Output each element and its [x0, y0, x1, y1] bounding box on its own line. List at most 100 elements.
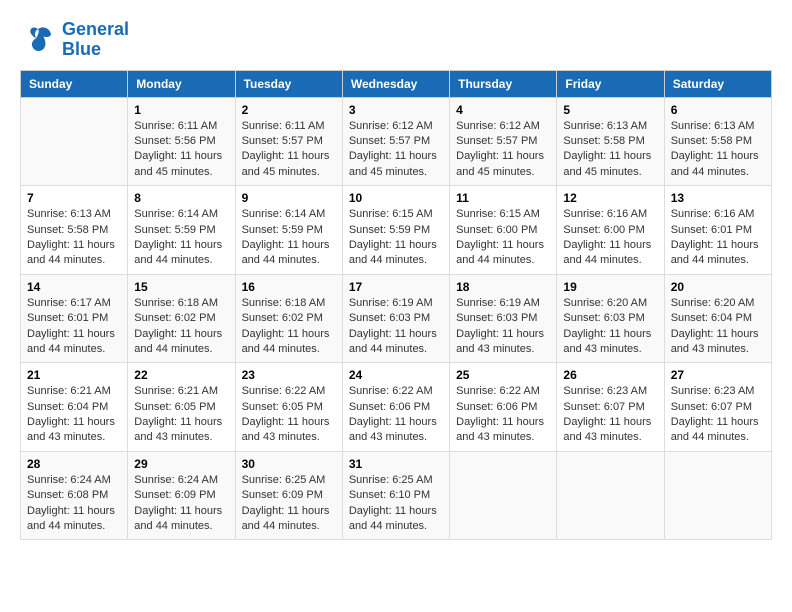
calendar-cell: [557, 451, 664, 540]
day-info: Sunrise: 6:12 AM Sunset: 5:57 PM Dayligh…: [456, 119, 550, 181]
calendar-cell: 13 Sunrise: 6:16 AM Sunset: 6:01 PM Dayli…: [664, 186, 771, 275]
day-info: Sunrise: 6:22 AM Sunset: 6:06 PM Dayligh…: [349, 384, 443, 446]
day-number: 10: [349, 191, 443, 205]
day-number: 6: [671, 103, 765, 117]
column-header-tuesday: Tuesday: [235, 70, 342, 97]
calendar-cell: 18 Sunrise: 6:19 AM Sunset: 6:03 PM Dayli…: [450, 274, 557, 363]
calendar-week-row: 1 Sunrise: 6:11 AM Sunset: 5:56 PM Daylig…: [21, 97, 772, 186]
day-number: 23: [242, 368, 336, 382]
day-number: 21: [27, 368, 121, 382]
column-header-monday: Monday: [128, 70, 235, 97]
day-number: 8: [134, 191, 228, 205]
day-number: 13: [671, 191, 765, 205]
day-number: 29: [134, 457, 228, 471]
day-info: Sunrise: 6:21 AM Sunset: 6:05 PM Dayligh…: [134, 384, 228, 446]
day-number: 31: [349, 457, 443, 471]
day-info: Sunrise: 6:11 AM Sunset: 5:56 PM Dayligh…: [134, 119, 228, 181]
day-number: 9: [242, 191, 336, 205]
day-info: Sunrise: 6:19 AM Sunset: 6:03 PM Dayligh…: [456, 296, 550, 358]
day-info: Sunrise: 6:13 AM Sunset: 5:58 PM Dayligh…: [671, 119, 765, 181]
day-number: 7: [27, 191, 121, 205]
calendar-cell: 10 Sunrise: 6:15 AM Sunset: 5:59 PM Dayli…: [342, 186, 449, 275]
day-number: 27: [671, 368, 765, 382]
calendar-cell: [450, 451, 557, 540]
calendar-cell: 22 Sunrise: 6:21 AM Sunset: 6:05 PM Dayli…: [128, 363, 235, 452]
calendar-cell: 6 Sunrise: 6:13 AM Sunset: 5:58 PM Daylig…: [664, 97, 771, 186]
day-number: 17: [349, 280, 443, 294]
day-number: 1: [134, 103, 228, 117]
logo-text: General Blue: [62, 20, 129, 60]
calendar-cell: 24 Sunrise: 6:22 AM Sunset: 6:06 PM Dayli…: [342, 363, 449, 452]
calendar-week-row: 28Sunrise: 6:24 AM Sunset: 6:08 PM Dayli…: [21, 451, 772, 540]
day-info: Sunrise: 6:23 AM Sunset: 6:07 PM Dayligh…: [671, 384, 765, 446]
calendar-cell: 9 Sunrise: 6:14 AM Sunset: 5:59 PM Daylig…: [235, 186, 342, 275]
logo-icon: [20, 22, 56, 58]
day-number: 22: [134, 368, 228, 382]
calendar-header-row: SundayMondayTuesdayWednesdayThursdayFrid…: [21, 70, 772, 97]
calendar-cell: 16Sunrise: 6:18 AM Sunset: 6:02 PM Dayli…: [235, 274, 342, 363]
page-header: General Blue: [20, 20, 772, 60]
day-info: Sunrise: 6:12 AM Sunset: 5:57 PM Dayligh…: [349, 119, 443, 181]
day-info: Sunrise: 6:24 AM Sunset: 6:09 PM Dayligh…: [134, 473, 228, 535]
day-info: Sunrise: 6:22 AM Sunset: 6:06 PM Dayligh…: [456, 384, 550, 446]
day-info: Sunrise: 6:23 AM Sunset: 6:07 PM Dayligh…: [563, 384, 657, 446]
day-info: Sunrise: 6:19 AM Sunset: 6:03 PM Dayligh…: [349, 296, 443, 358]
day-info: Sunrise: 6:25 AM Sunset: 6:09 PM Dayligh…: [242, 473, 336, 535]
calendar-cell: 31 Sunrise: 6:25 AM Sunset: 6:10 PM Dayli…: [342, 451, 449, 540]
calendar-cell: 20 Sunrise: 6:20 AM Sunset: 6:04 PM Dayli…: [664, 274, 771, 363]
day-number: 2: [242, 103, 336, 117]
day-info: Sunrise: 6:20 AM Sunset: 6:03 PM Dayligh…: [563, 296, 657, 358]
calendar-cell: 2 Sunrise: 6:11 AM Sunset: 5:57 PM Daylig…: [235, 97, 342, 186]
column-header-thursday: Thursday: [450, 70, 557, 97]
day-info: Sunrise: 6:15 AM Sunset: 6:00 PM Dayligh…: [456, 207, 550, 269]
day-number: 5: [563, 103, 657, 117]
column-header-wednesday: Wednesday: [342, 70, 449, 97]
calendar-cell: 28Sunrise: 6:24 AM Sunset: 6:08 PM Dayli…: [21, 451, 128, 540]
column-header-sunday: Sunday: [21, 70, 128, 97]
calendar-week-row: 21 Sunrise: 6:21 AM Sunset: 6:04 PM Dayli…: [21, 363, 772, 452]
calendar-cell: 4 Sunrise: 6:12 AM Sunset: 5:57 PM Daylig…: [450, 97, 557, 186]
calendar-cell: 19 Sunrise: 6:20 AM Sunset: 6:03 PM Dayli…: [557, 274, 664, 363]
day-number: 11: [456, 191, 550, 205]
calendar-cell: 26 Sunrise: 6:23 AM Sunset: 6:07 PM Dayli…: [557, 363, 664, 452]
calendar-cell: 11 Sunrise: 6:15 AM Sunset: 6:00 PM Dayli…: [450, 186, 557, 275]
day-info: Sunrise: 6:15 AM Sunset: 5:59 PM Dayligh…: [349, 207, 443, 269]
calendar-cell: 3Sunrise: 6:12 AM Sunset: 5:57 PM Daylig…: [342, 97, 449, 186]
day-number: 18: [456, 280, 550, 294]
day-number: 20: [671, 280, 765, 294]
day-number: 25: [456, 368, 550, 382]
day-info: Sunrise: 6:13 AM Sunset: 5:58 PM Dayligh…: [27, 207, 121, 269]
day-info: Sunrise: 6:14 AM Sunset: 5:59 PM Dayligh…: [134, 207, 228, 269]
calendar-cell: [21, 97, 128, 186]
calendar-cell: [664, 451, 771, 540]
calendar-cell: 1 Sunrise: 6:11 AM Sunset: 5:56 PM Daylig…: [128, 97, 235, 186]
day-number: 14: [27, 280, 121, 294]
day-info: Sunrise: 6:16 AM Sunset: 6:01 PM Dayligh…: [671, 207, 765, 269]
calendar-cell: 8 Sunrise: 6:14 AM Sunset: 5:59 PM Daylig…: [128, 186, 235, 275]
calendar-cell: 14Sunrise: 6:17 AM Sunset: 6:01 PM Dayli…: [21, 274, 128, 363]
calendar-week-row: 14Sunrise: 6:17 AM Sunset: 6:01 PM Dayli…: [21, 274, 772, 363]
day-info: Sunrise: 6:11 AM Sunset: 5:57 PM Dayligh…: [242, 119, 336, 181]
calendar-cell: 15 Sunrise: 6:18 AM Sunset: 6:02 PM Dayli…: [128, 274, 235, 363]
day-info: Sunrise: 6:24 AM Sunset: 6:08 PM Dayligh…: [27, 473, 121, 535]
calendar-cell: 30 Sunrise: 6:25 AM Sunset: 6:09 PM Dayli…: [235, 451, 342, 540]
day-number: 26: [563, 368, 657, 382]
day-number: 4: [456, 103, 550, 117]
day-number: 19: [563, 280, 657, 294]
calendar-cell: 5Sunrise: 6:13 AM Sunset: 5:58 PM Daylig…: [557, 97, 664, 186]
calendar-cell: 12Sunrise: 6:16 AM Sunset: 6:00 PM Dayli…: [557, 186, 664, 275]
column-header-saturday: Saturday: [664, 70, 771, 97]
day-number: 24: [349, 368, 443, 382]
calendar-cell: 27 Sunrise: 6:23 AM Sunset: 6:07 PM Dayli…: [664, 363, 771, 452]
day-info: Sunrise: 6:21 AM Sunset: 6:04 PM Dayligh…: [27, 384, 121, 446]
day-number: 15: [134, 280, 228, 294]
day-info: Sunrise: 6:16 AM Sunset: 6:00 PM Dayligh…: [563, 207, 657, 269]
day-info: Sunrise: 6:14 AM Sunset: 5:59 PM Dayligh…: [242, 207, 336, 269]
day-info: Sunrise: 6:18 AM Sunset: 6:02 PM Dayligh…: [134, 296, 228, 358]
calendar-cell: 7 Sunrise: 6:13 AM Sunset: 5:58 PM Daylig…: [21, 186, 128, 275]
day-info: Sunrise: 6:20 AM Sunset: 6:04 PM Dayligh…: [671, 296, 765, 358]
day-number: 30: [242, 457, 336, 471]
day-info: Sunrise: 6:25 AM Sunset: 6:10 PM Dayligh…: [349, 473, 443, 535]
day-number: 16: [242, 280, 336, 294]
logo: General Blue: [20, 20, 129, 60]
